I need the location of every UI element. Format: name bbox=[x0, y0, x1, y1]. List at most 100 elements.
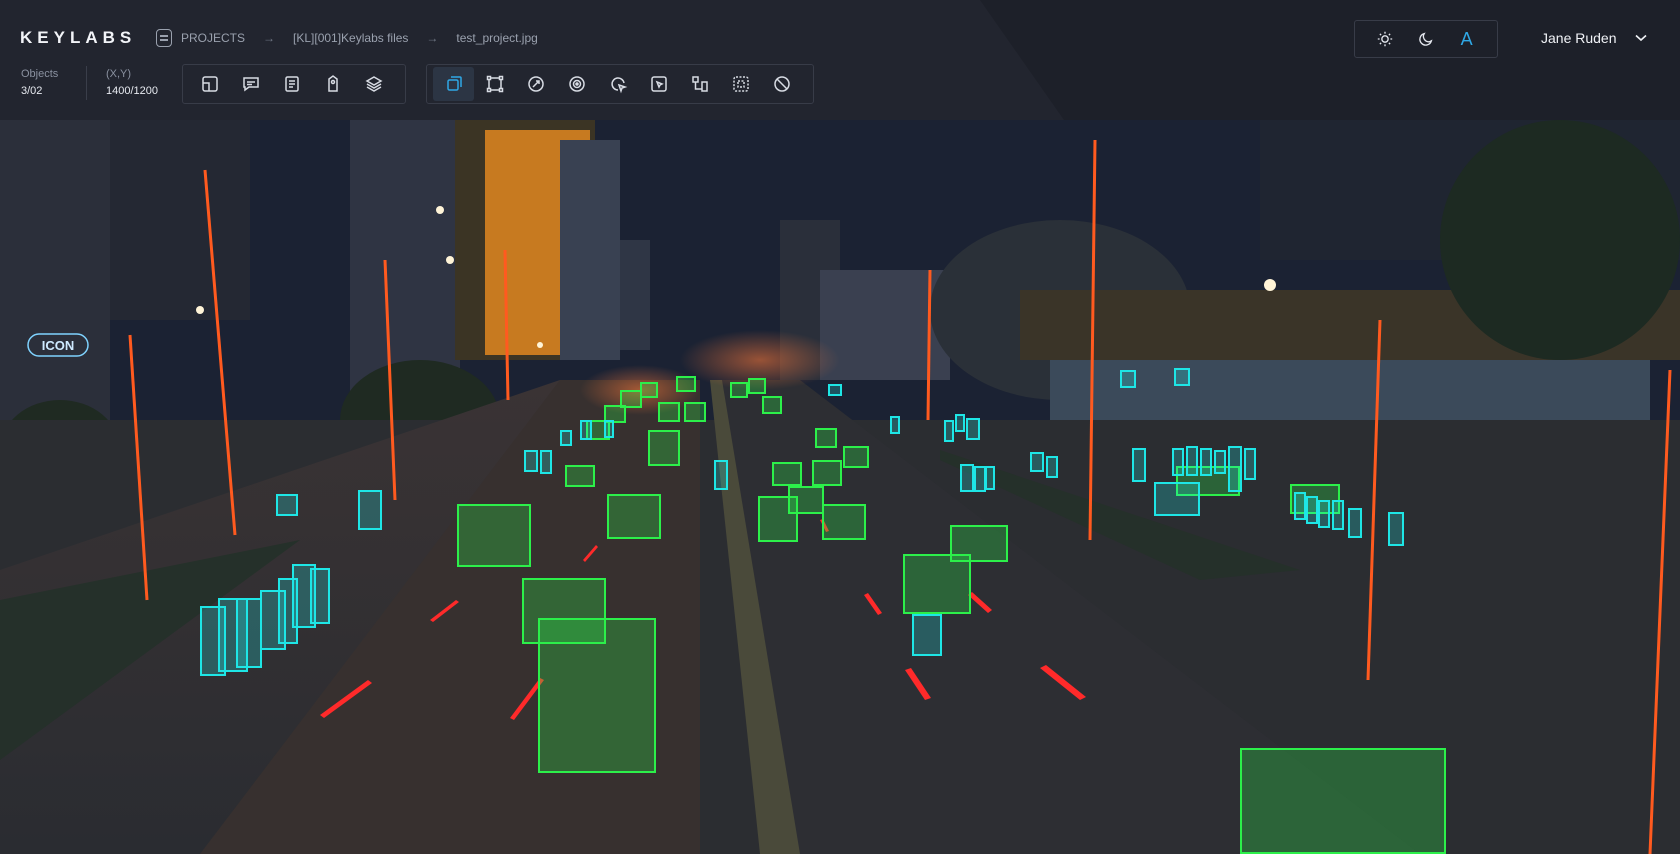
vehicle-bounding-box[interactable] bbox=[822, 504, 866, 540]
user-menu[interactable]: Jane Ruden bbox=[1541, 30, 1647, 46]
bounding-box-tool[interactable] bbox=[433, 67, 474, 101]
vehicle-bounding-box[interactable] bbox=[730, 382, 748, 398]
person-bounding-box[interactable] bbox=[540, 450, 552, 474]
person-bounding-box[interactable] bbox=[1174, 368, 1190, 386]
vehicle-bounding-box[interactable] bbox=[648, 430, 680, 466]
annotation-toolbar bbox=[426, 64, 814, 104]
page-tool[interactable] bbox=[189, 67, 230, 101]
vehicle-bounding-box[interactable] bbox=[950, 525, 1008, 562]
person-bounding-box[interactable] bbox=[524, 450, 538, 472]
projects-icon[interactable] bbox=[156, 29, 172, 47]
vehicle-bounding-box[interactable] bbox=[658, 402, 680, 422]
person-bounding-box[interactable] bbox=[310, 568, 330, 624]
tag-icon bbox=[327, 75, 338, 92]
segmentation-tool[interactable] bbox=[556, 67, 597, 101]
person-bounding-box[interactable] bbox=[1306, 496, 1318, 524]
vehicle-bounding-box[interactable] bbox=[762, 396, 782, 414]
person-bounding-box[interactable] bbox=[1214, 450, 1226, 474]
annotation-canvas[interactable]: ICON bbox=[0, 120, 1680, 854]
person-bounding-box[interactable] bbox=[580, 420, 592, 440]
divider bbox=[86, 66, 87, 100]
list-tool[interactable] bbox=[271, 67, 312, 101]
person-bounding-box[interactable] bbox=[912, 614, 942, 656]
breadcrumb-file[interactable]: test_project.jpg bbox=[456, 31, 537, 45]
vehicle-bounding-box[interactable] bbox=[748, 378, 766, 394]
layers-tool[interactable] bbox=[353, 67, 394, 101]
person-bounding-box[interactable] bbox=[1030, 452, 1044, 472]
magic-wand-tool[interactable] bbox=[515, 67, 556, 101]
person-bounding-box[interactable] bbox=[604, 420, 614, 438]
vehicle-bounding-box[interactable] bbox=[684, 402, 706, 422]
person-bounding-box[interactable] bbox=[966, 418, 980, 440]
person-bounding-box[interactable] bbox=[236, 598, 262, 668]
person-bounding-box[interactable] bbox=[960, 464, 974, 492]
auto-mode-button[interactable]: A bbox=[1452, 24, 1482, 54]
layers-icon bbox=[364, 76, 383, 92]
icon-sign-text: ICON bbox=[42, 338, 75, 353]
vehicle-bounding-box[interactable] bbox=[772, 462, 802, 486]
person-bounding-box[interactable] bbox=[560, 430, 572, 446]
vehicle-bounding-box[interactable] bbox=[812, 460, 842, 486]
moon-icon bbox=[1419, 32, 1433, 46]
person-bounding-box[interactable] bbox=[1294, 492, 1306, 520]
sign-bounding-box[interactable] bbox=[1154, 482, 1200, 516]
light-mode-button[interactable] bbox=[1370, 24, 1400, 54]
person-bounding-box[interactable] bbox=[1388, 512, 1404, 546]
eraser-icon bbox=[773, 76, 790, 92]
person-bounding-box[interactable] bbox=[358, 490, 382, 530]
vehicle-bounding-box[interactable] bbox=[565, 465, 595, 487]
tag-tool[interactable] bbox=[312, 67, 353, 101]
app-logo[interactable]: KEYLABS bbox=[20, 28, 136, 48]
eraser-tool[interactable] bbox=[761, 67, 802, 101]
person-bounding-box[interactable] bbox=[1132, 448, 1146, 482]
rotate-select-tool[interactable] bbox=[597, 67, 638, 101]
breadcrumb-folder[interactable]: [KL][001]Keylabs files bbox=[293, 31, 408, 45]
keypoint-icon bbox=[691, 76, 708, 92]
person-bounding-box[interactable] bbox=[955, 414, 965, 432]
top-bar: KEYLABS PROJECTS → [KL][001]Keylabs file… bbox=[0, 0, 1680, 120]
user-name: Jane Ruden bbox=[1541, 30, 1617, 46]
sign-bounding-box[interactable] bbox=[276, 494, 298, 516]
comment-icon bbox=[242, 77, 259, 92]
vehicle-bounding-box[interactable] bbox=[457, 504, 531, 567]
person-bounding-box[interactable] bbox=[1172, 448, 1184, 476]
keypoint-tool[interactable] bbox=[679, 67, 720, 101]
street-scene-image: ICON bbox=[0, 120, 1680, 854]
polygon-tool[interactable] bbox=[474, 67, 515, 101]
vehicle-bounding-box[interactable] bbox=[676, 376, 696, 392]
vehicle-bounding-box[interactable] bbox=[620, 390, 642, 408]
vehicle-bounding-box[interactable] bbox=[815, 428, 837, 448]
brush-grid-tool[interactable] bbox=[720, 67, 761, 101]
vehicle-bounding-box[interactable] bbox=[607, 494, 661, 539]
breadcrumb: PROJECTS → [KL][001]Keylabs files → test… bbox=[156, 29, 538, 47]
person-bounding-box[interactable] bbox=[1186, 446, 1198, 476]
page-icon bbox=[201, 76, 218, 92]
vehicle-bounding-box[interactable] bbox=[788, 486, 824, 514]
person-bounding-box[interactable] bbox=[1244, 448, 1256, 480]
sun-icon bbox=[1378, 31, 1393, 47]
person-bounding-box[interactable] bbox=[714, 460, 728, 490]
person-bounding-box[interactable] bbox=[890, 416, 900, 434]
person-bounding-box[interactable] bbox=[944, 420, 954, 442]
chevron-down-icon bbox=[1634, 34, 1647, 42]
person-bounding-box[interactable] bbox=[1348, 508, 1362, 538]
vehicle-bounding-box[interactable] bbox=[903, 554, 971, 614]
click-select-icon bbox=[650, 76, 667, 92]
person-bounding-box[interactable] bbox=[1046, 456, 1058, 478]
vehicle-bounding-box[interactable] bbox=[1240, 748, 1446, 854]
person-bounding-box[interactable] bbox=[1120, 370, 1136, 388]
click-select-tool[interactable] bbox=[638, 67, 679, 101]
person-bounding-box[interactable] bbox=[985, 466, 995, 490]
dark-mode-button[interactable] bbox=[1411, 24, 1441, 54]
vehicle-bounding-box[interactable] bbox=[522, 578, 606, 644]
person-bounding-box[interactable] bbox=[828, 384, 842, 396]
breadcrumb-projects[interactable]: PROJECTS bbox=[181, 31, 245, 45]
person-bounding-box[interactable] bbox=[1332, 500, 1344, 530]
person-bounding-box[interactable] bbox=[1200, 448, 1212, 476]
vehicle-bounding-box[interactable] bbox=[640, 382, 658, 398]
brush-grid-icon bbox=[732, 76, 749, 92]
vehicle-bounding-box[interactable] bbox=[843, 446, 869, 468]
person-bounding-box[interactable] bbox=[1318, 500, 1330, 528]
comment-tool[interactable] bbox=[230, 67, 271, 101]
person-bounding-box[interactable] bbox=[1228, 446, 1242, 492]
